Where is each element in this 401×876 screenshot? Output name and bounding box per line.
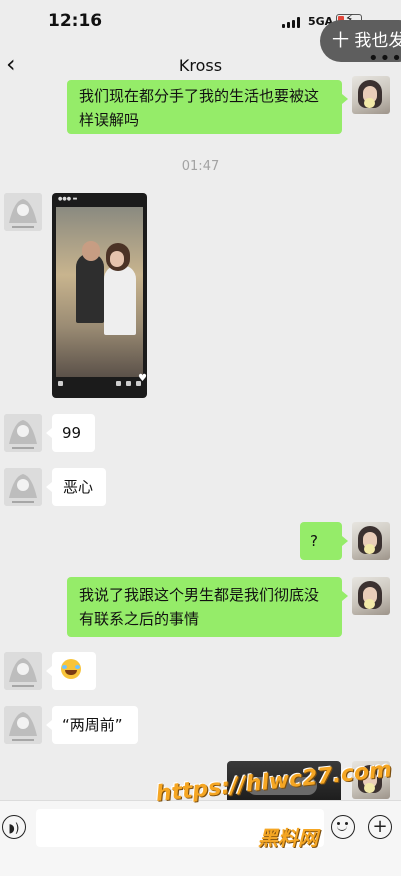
avatar-self[interactable] (352, 577, 390, 615)
message-text: 我们现在都分手了我的生活也要被这 (79, 87, 320, 105)
message-bubble-other[interactable]: 恶心 (46, 468, 106, 506)
avatar-self[interactable] (352, 76, 390, 114)
signal-icon (282, 17, 302, 28)
message-bubble-other[interactable]: 99 (46, 414, 95, 452)
message-text: 样误解吗 (79, 111, 140, 129)
chat-header: ‹ Kross ••• (0, 48, 401, 82)
avatar-other[interactable] (4, 193, 42, 231)
timestamp: 01:47 (181, 159, 220, 174)
more-dots-icon[interactable]: ••• (368, 48, 401, 69)
emoji-icon[interactable] (331, 815, 355, 839)
voice-icon[interactable]: ◗) (2, 815, 26, 839)
watermark-name: 黑料网 (258, 826, 318, 850)
plus-icon[interactable]: + (368, 815, 392, 839)
video-controls (56, 377, 143, 393)
video-message[interactable]: ●●● ▬ ♥ (52, 193, 147, 398)
laughing-crying-emoji-icon (61, 659, 81, 679)
avatar-other[interactable] (4, 706, 42, 744)
input-bar: ◗) + (0, 800, 401, 876)
message-text: 有联系之后的事情 (79, 610, 200, 628)
avatar-other[interactable] (4, 414, 42, 452)
avatar-self[interactable] (352, 522, 390, 560)
message-text: “两周前” (62, 716, 123, 734)
message-bubble-self[interactable]: 我说了我跟这个男生都是我们彻底没 有联系之后的事情 (67, 577, 348, 637)
message-text: 99 (62, 424, 82, 442)
chat-title: Kross (178, 56, 223, 75)
video-thumbnail: ♥ (56, 207, 147, 384)
message-text: ? (310, 532, 318, 550)
message-text: 恶心 (63, 478, 94, 496)
avatar-other[interactable] (4, 468, 42, 506)
message-text: 我说了我跟这个男生都是我们彻底没 (79, 586, 320, 604)
video-status-bar: ●●● ▬ (58, 196, 78, 202)
message-bubble-other[interactable] (46, 652, 96, 690)
message-bubble-self[interactable]: ? (300, 522, 348, 560)
avatar-other[interactable] (4, 652, 42, 690)
status-time: 12:16 (48, 11, 103, 31)
message-bubble-other[interactable]: “两周前” (46, 706, 138, 744)
message-bubble-self[interactable]: 我们现在都分手了我的生活也要被这 样误解吗 (67, 80, 348, 134)
